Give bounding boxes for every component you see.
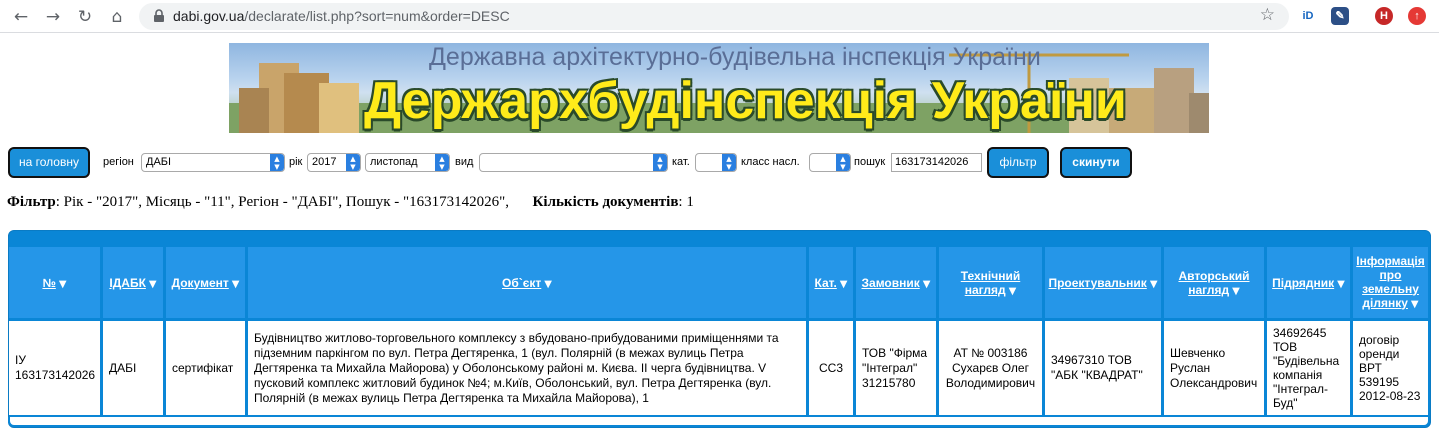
bookmark-star-icon[interactable]: ☆ — [1260, 5, 1275, 25]
region-label: регіон — [103, 156, 134, 168]
site-banner: Державна архітектурно-будівельна інспекц… — [229, 43, 1209, 133]
reset-button[interactable]: скинути — [1060, 147, 1132, 178]
year-label: рік — [289, 156, 303, 168]
cell-category: СС3 — [809, 321, 853, 415]
sort-desc-icon: ▼ — [148, 278, 157, 290]
filter-summary-label: Фільтр — [7, 194, 56, 210]
cell-customer: ТОВ "Фірма "Інтеграл" 31215780 — [856, 321, 936, 415]
sort-desc-icon: ▼ — [231, 278, 240, 290]
reload-icon[interactable]: ↻ — [74, 6, 96, 28]
month-select[interactable]: листопад ▲ ▼ — [365, 153, 450, 172]
cell-designer: 34967310 ТОВ "АБК "КВАДРАТ" — [1045, 321, 1161, 415]
column-header-tech-supervision[interactable]: Технічний нагляд ▼ — [939, 247, 1042, 318]
document-count-label: Кількість документів — [532, 194, 679, 210]
sort-desc-icon: ▼ — [1410, 298, 1419, 310]
profile-avatar[interactable]: H — [1375, 7, 1393, 25]
lock-icon — [154, 9, 164, 22]
region-value: ДАБІ — [146, 156, 172, 168]
banner-subtitle: Державна архітектурно-будівельна інспекц… — [429, 43, 1041, 71]
filter-button[interactable]: фільтр — [987, 147, 1049, 178]
home-button[interactable]: на головну — [8, 147, 90, 178]
banner-title: Держархбудінспекція України — [364, 72, 1127, 130]
type-select[interactable]: ▲ ▼ — [479, 153, 668, 172]
chevron-updown-icon: ▲ ▼ — [722, 154, 736, 171]
filter-summary-text: : Рік - "2017", Місяць - "11", Регіон - … — [55, 194, 510, 210]
url-text: dabi.gov.ua/declarate/list.php?sort=num&… — [173, 8, 510, 24]
chevron-updown-icon: ▲ ▼ — [435, 154, 449, 171]
id-extension-icon[interactable]: iD — [1299, 7, 1317, 25]
table-footer — [8, 417, 1430, 427]
category-label: кат. — [672, 156, 690, 168]
column-header-designer[interactable]: Проектувальник ▼ — [1045, 247, 1161, 318]
column-header-land-info[interactable]: Інформація про земельну ділянку ▼ — [1353, 247, 1428, 318]
filter-summary: Фільтр: Рік - "2017", Місяць - "11", Рег… — [7, 194, 694, 211]
column-header-document[interactable]: Документ ▼ — [166, 247, 245, 318]
sort-desc-icon: ▼ — [1008, 285, 1017, 297]
category-select[interactable]: ▲ ▼ — [695, 153, 737, 172]
year-select[interactable]: 2017 ▲ ▼ — [307, 153, 361, 172]
forward-icon[interactable]: → — [42, 6, 64, 28]
address-bar[interactable]: dabi.gov.ua/declarate/list.php?sort=num&… — [139, 3, 1289, 30]
column-header-object[interactable]: Об`єкт ▼ — [248, 247, 806, 318]
cell-land-info: договір оренди ВРТ 539195 2012-08-23 — [1353, 321, 1428, 415]
chevron-updown-icon: ▲ ▼ — [346, 154, 360, 171]
column-header-num[interactable]: № ▼ — [9, 247, 100, 318]
year-value: 2017 — [312, 156, 337, 168]
column-header-idabk[interactable]: ІДАБК ▼ — [103, 247, 163, 318]
column-header-category[interactable]: Кат. ▼ — [809, 247, 853, 318]
sort-desc-icon: ▼ — [1337, 278, 1345, 290]
cell-idabk: ДАБІ — [103, 321, 163, 415]
chevron-updown-icon: ▲ ▼ — [836, 154, 850, 171]
sort-desc-icon: ▼ — [839, 278, 848, 290]
consequence-class-select[interactable]: ▲ ▼ — [809, 153, 851, 172]
cell-tech-supervision: АТ № 003186 Сухарєв Олег Володимирович — [939, 321, 1042, 415]
sort-desc-icon: ▼ — [922, 278, 931, 290]
cell-num: ІУ 163173142026 — [9, 321, 100, 415]
sort-desc-icon: ▼ — [544, 278, 552, 290]
column-header-contractor[interactable]: Підрядник ▼ — [1267, 247, 1350, 318]
cell-contractor: 34692645 ТОВ "Будівельна компанія "Інтег… — [1267, 321, 1350, 415]
column-header-customer[interactable]: Замовник ▼ — [856, 247, 936, 318]
cell-author-supervision: Шевченко Руслан Олександрович — [1164, 321, 1264, 415]
search-input[interactable]: 163173142026 — [891, 153, 982, 172]
cell-object: Будівництво житлово-торговельного компле… — [248, 321, 806, 415]
cell-document: сертифікат — [166, 321, 245, 415]
back-icon[interactable]: ← — [10, 6, 32, 28]
search-label: пошук — [854, 156, 886, 168]
sort-desc-icon: ▼ — [1149, 278, 1158, 290]
chevron-updown-icon: ▲ ▼ — [653, 154, 667, 171]
column-header-author-supervision[interactable]: Авторський нагляд ▼ — [1164, 247, 1264, 318]
update-icon[interactable]: ↑ — [1408, 7, 1426, 25]
document-count-value: : 1 — [678, 194, 694, 210]
extension-icon[interactable]: ✎ — [1331, 7, 1349, 25]
month-value: листопад — [370, 156, 418, 168]
browser-toolbar: ← → ↻ ⌂ dabi.gov.ua/declarate/list.php?s… — [0, 0, 1439, 33]
sort-desc-icon: ▼ — [58, 278, 67, 290]
home-icon[interactable]: ⌂ — [106, 6, 128, 28]
sort-desc-icon: ▼ — [1232, 285, 1240, 297]
consequence-class-label: класс насл. — [741, 156, 800, 168]
chevron-updown-icon: ▲ ▼ — [270, 154, 284, 171]
type-label: вид — [455, 156, 474, 168]
region-select[interactable]: ДАБІ ▲ ▼ — [141, 153, 285, 172]
